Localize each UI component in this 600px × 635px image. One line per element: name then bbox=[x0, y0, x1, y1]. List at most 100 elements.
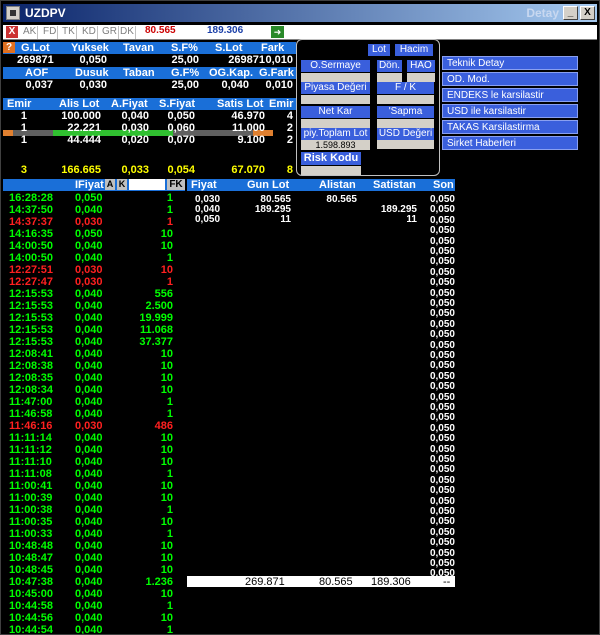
trade-row[interactable]: 11:47:00 0,040 1 bbox=[3, 396, 185, 408]
trade-row[interactable]: 14:16:35 0,050 10 bbox=[3, 228, 185, 240]
fk-button[interactable]: F / K bbox=[377, 82, 434, 94]
total-alistan: 80.565 bbox=[319, 576, 353, 588]
trade-row[interactable]: 10:48:47 0,040 10 bbox=[3, 552, 185, 564]
risk-kodu-button[interactable]: Risk Kodu bbox=[301, 152, 361, 165]
tab-fd[interactable]: FD bbox=[42, 26, 59, 39]
go-arrow-icon[interactable]: ➜ bbox=[271, 26, 284, 38]
trade-row[interactable]: 10:48:48 0,040 10 bbox=[3, 540, 185, 552]
son-value: 0,050 bbox=[429, 246, 455, 257]
order-cell: 1 bbox=[20, 122, 27, 134]
sort-a-button[interactable]: A bbox=[105, 179, 115, 190]
piyasa-degeri-button[interactable]: Piyasa Değeri bbox=[301, 82, 370, 94]
trade-row[interactable]: 11:11:12 0,040 10 bbox=[3, 444, 185, 456]
trade-quantity: 1 bbox=[166, 204, 173, 216]
toolbar-value-1: 80.565 bbox=[145, 25, 176, 36]
trade-row[interactable]: 11:46:58 0,040 1 bbox=[3, 408, 185, 420]
trade-row[interactable]: 11:11:14 0,040 10 bbox=[3, 432, 185, 444]
sapma-button[interactable]: 'Sapma bbox=[377, 106, 434, 118]
trade-row[interactable]: 11:11:10 0,040 10 bbox=[3, 456, 185, 468]
depth-header-gun-lot[interactable]: Gun Lot bbox=[247, 179, 289, 191]
order-total-cell: 0,054 bbox=[167, 164, 195, 176]
donem-button[interactable]: Dön. bbox=[377, 60, 402, 72]
tab-dk[interactable]: DK bbox=[119, 26, 136, 39]
trades-header-fiyat[interactable]: IFiyat bbox=[75, 179, 104, 191]
fk-button[interactable]: FK bbox=[167, 179, 185, 190]
link-od-mod[interactable]: OD. Mod. bbox=[442, 72, 578, 86]
trade-row[interactable]: 10:44:54 0,040 1 bbox=[3, 624, 185, 634]
trade-row[interactable]: 12:15:53 0,040 556 bbox=[3, 288, 185, 300]
trade-price: 0,040 bbox=[75, 444, 103, 456]
trade-quantity: 10 bbox=[160, 540, 173, 552]
trade-row[interactable]: 11:11:08 0,040 1 bbox=[3, 468, 185, 480]
trade-row[interactable]: 10:45:00 0,040 10 bbox=[3, 588, 185, 600]
tab-kd[interactable]: KD bbox=[81, 26, 98, 39]
trade-row[interactable]: 11:00:41 0,040 10 bbox=[3, 480, 185, 492]
trade-row[interactable]: 10:47:38 0,040 1.236 bbox=[3, 576, 185, 588]
son-value: 0,050 bbox=[429, 308, 455, 320]
hao-button[interactable]: HAO bbox=[407, 60, 435, 72]
trade-row[interactable]: 11:00:35 0,040 10 bbox=[3, 516, 185, 528]
trade-row[interactable]: 14:00:50 0,040 1 bbox=[3, 252, 185, 264]
tab-ak[interactable]: AK bbox=[22, 26, 39, 39]
trade-row[interactable]: 14:37:50 0,040 1 bbox=[3, 204, 185, 216]
order-cell: 11.000 bbox=[231, 122, 265, 134]
trade-row[interactable]: 14:37:37 0,030 1 bbox=[3, 216, 185, 228]
trade-row[interactable]: 11:00:33 0,040 1 bbox=[3, 528, 185, 540]
o-sermaye-button[interactable]: O.Sermaye bbox=[301, 60, 370, 72]
trade-row[interactable]: 11:00:39 0,040 10 bbox=[3, 492, 185, 504]
toolbar-value-2: 189.306 bbox=[207, 25, 244, 36]
depth-header-alistan[interactable]: Alistan bbox=[319, 179, 356, 191]
lot-button[interactable]: Lot bbox=[368, 44, 390, 56]
close-button[interactable]: X bbox=[580, 6, 595, 20]
piy-toplam-lot-button[interactable]: piy.Toplam Lot bbox=[301, 128, 370, 140]
trade-time: 12:15:53 bbox=[9, 288, 54, 300]
trade-row[interactable]: 12:08:35 0,040 10 bbox=[3, 372, 185, 384]
net-kar-button[interactable]: Net Kar bbox=[301, 106, 370, 118]
link-teknik-detay[interactable]: Teknik Detay bbox=[442, 56, 578, 70]
trade-row[interactable]: 12:08:34 0,040 10 bbox=[3, 384, 185, 396]
tab-tk[interactable]: TK bbox=[61, 26, 77, 39]
trade-row[interactable]: 12:15:53 0,040 2.500 bbox=[3, 300, 185, 312]
link-endeks[interactable]: ENDEKS le karsilastir bbox=[442, 88, 578, 102]
son-value: 0,050 bbox=[429, 547, 455, 559]
minimize-button[interactable]: _ bbox=[563, 6, 578, 20]
link-usd[interactable]: USD ile karsilastir bbox=[442, 104, 578, 118]
trade-row[interactable]: 10:48:45 0,040 10 bbox=[3, 564, 185, 576]
depth-header-son[interactable]: Son bbox=[433, 179, 454, 191]
trade-row[interactable]: 16:28:28 0,050 1 bbox=[3, 192, 185, 204]
trades-list: 16:28:28 0,050 1 14:37:50 0,040 1 14:37:37 0,03… bbox=[3, 192, 185, 634]
sort-k-button[interactable]: K bbox=[117, 179, 127, 190]
trade-row[interactable]: 14:00:50 0,040 10 bbox=[3, 240, 185, 252]
title-bar: UZDPV Detay _ X bbox=[3, 4, 597, 22]
trade-row[interactable]: 12:08:41 0,040 10 bbox=[3, 348, 185, 360]
trade-time: 11:46:58 bbox=[9, 408, 53, 420]
help-icon[interactable]: ? bbox=[3, 42, 15, 53]
son-value: 0,050 bbox=[429, 391, 455, 403]
trade-row[interactable]: 11:00:38 0,040 1 bbox=[3, 504, 185, 516]
trade-price: 0,030 bbox=[75, 264, 103, 276]
trade-row[interactable]: 12:15:53 0,040 11.068 bbox=[3, 324, 185, 336]
trade-time: 11:00:41 bbox=[9, 480, 53, 492]
link-takas[interactable]: TAKAS Karsilastirma bbox=[442, 120, 578, 134]
trade-row[interactable]: 12:08:38 0,040 10 bbox=[3, 360, 185, 372]
trade-price: 0,040 bbox=[75, 552, 103, 564]
trade-row[interactable]: 12:27:47 0,030 1 bbox=[3, 276, 185, 288]
hacim-button[interactable]: Hacim bbox=[395, 44, 433, 56]
usd-degeri-button[interactable]: USD Değeri bbox=[377, 128, 434, 140]
trade-row[interactable]: 11:46:16 0,030 486 bbox=[3, 420, 185, 432]
trades-filter-box[interactable] bbox=[129, 179, 165, 190]
depth-header-satistan[interactable]: Satistan bbox=[373, 179, 416, 191]
trade-row[interactable]: 10:44:56 0,040 10 bbox=[3, 612, 185, 624]
link-sirket-haberleri[interactable]: Sirket Haberleri bbox=[442, 136, 578, 150]
trade-row[interactable]: 12:15:53 0,040 37.377 bbox=[3, 336, 185, 348]
trade-price: 0,040 bbox=[75, 348, 103, 360]
close-icon[interactable]: X bbox=[6, 26, 18, 38]
trade-row[interactable]: 10:44:58 0,040 1 bbox=[3, 600, 185, 612]
trade-row[interactable]: 12:27:51 0,030 10 bbox=[3, 264, 185, 276]
depth-header-fiyat[interactable]: Fiyat bbox=[191, 179, 217, 191]
son-value: 0,050 bbox=[429, 402, 455, 413]
trade-row[interactable]: 12:15:53 0,040 19.999 bbox=[3, 312, 185, 324]
dusuk-value: 0,030 bbox=[79, 79, 107, 91]
trade-time: 11:11:08 bbox=[9, 468, 52, 480]
tab-gr[interactable]: GR bbox=[101, 26, 119, 39]
